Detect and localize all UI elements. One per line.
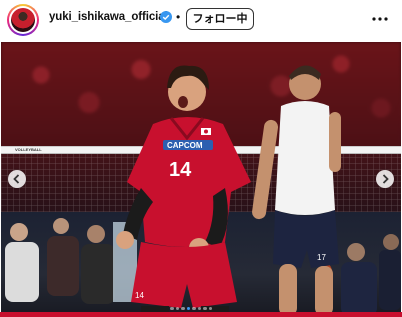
- shorts-number: 14: [135, 291, 144, 300]
- carousel-dot: [203, 306, 207, 310]
- carousel-dot: [181, 306, 185, 310]
- carousel-dot: [197, 306, 201, 310]
- carousel-dot: [208, 306, 212, 310]
- carousel-dot: [175, 306, 179, 310]
- verified-badge-icon: [160, 11, 172, 23]
- chevron-right-icon: [382, 174, 389, 184]
- post-photo[interactable]: VOLLEYBALL 17 CAPCOM 14 14: [1, 42, 401, 316]
- carousel-dot-active: [186, 306, 190, 310]
- court-floor: [0, 312, 402, 317]
- chevron-left-icon: [13, 174, 20, 184]
- carousel-dot: [192, 306, 196, 310]
- net-brand-text: VOLLEYBALL: [15, 147, 42, 152]
- carousel-dot: [170, 306, 174, 310]
- sponsor-text: CAPCOM: [167, 141, 203, 150]
- carousel-indicator: [170, 297, 214, 310]
- separator-dot: •: [176, 10, 181, 24]
- jersey-number: 14: [169, 159, 192, 181]
- post-header: yuki_ishikawa_official • フォロー中: [0, 0, 402, 40]
- carousel-prev-button[interactable]: [8, 170, 26, 188]
- more-options-icon[interactable]: [368, 9, 392, 29]
- avatar-image: [11, 8, 35, 32]
- avatar[interactable]: [7, 4, 39, 36]
- main-player: CAPCOM 14 14: [116, 65, 251, 316]
- opponent-number: 17: [317, 253, 326, 262]
- carousel-next-button[interactable]: [376, 170, 394, 188]
- username[interactable]: yuki_ishikawa_official: [49, 11, 168, 23]
- following-button[interactable]: フォロー中: [186, 8, 254, 30]
